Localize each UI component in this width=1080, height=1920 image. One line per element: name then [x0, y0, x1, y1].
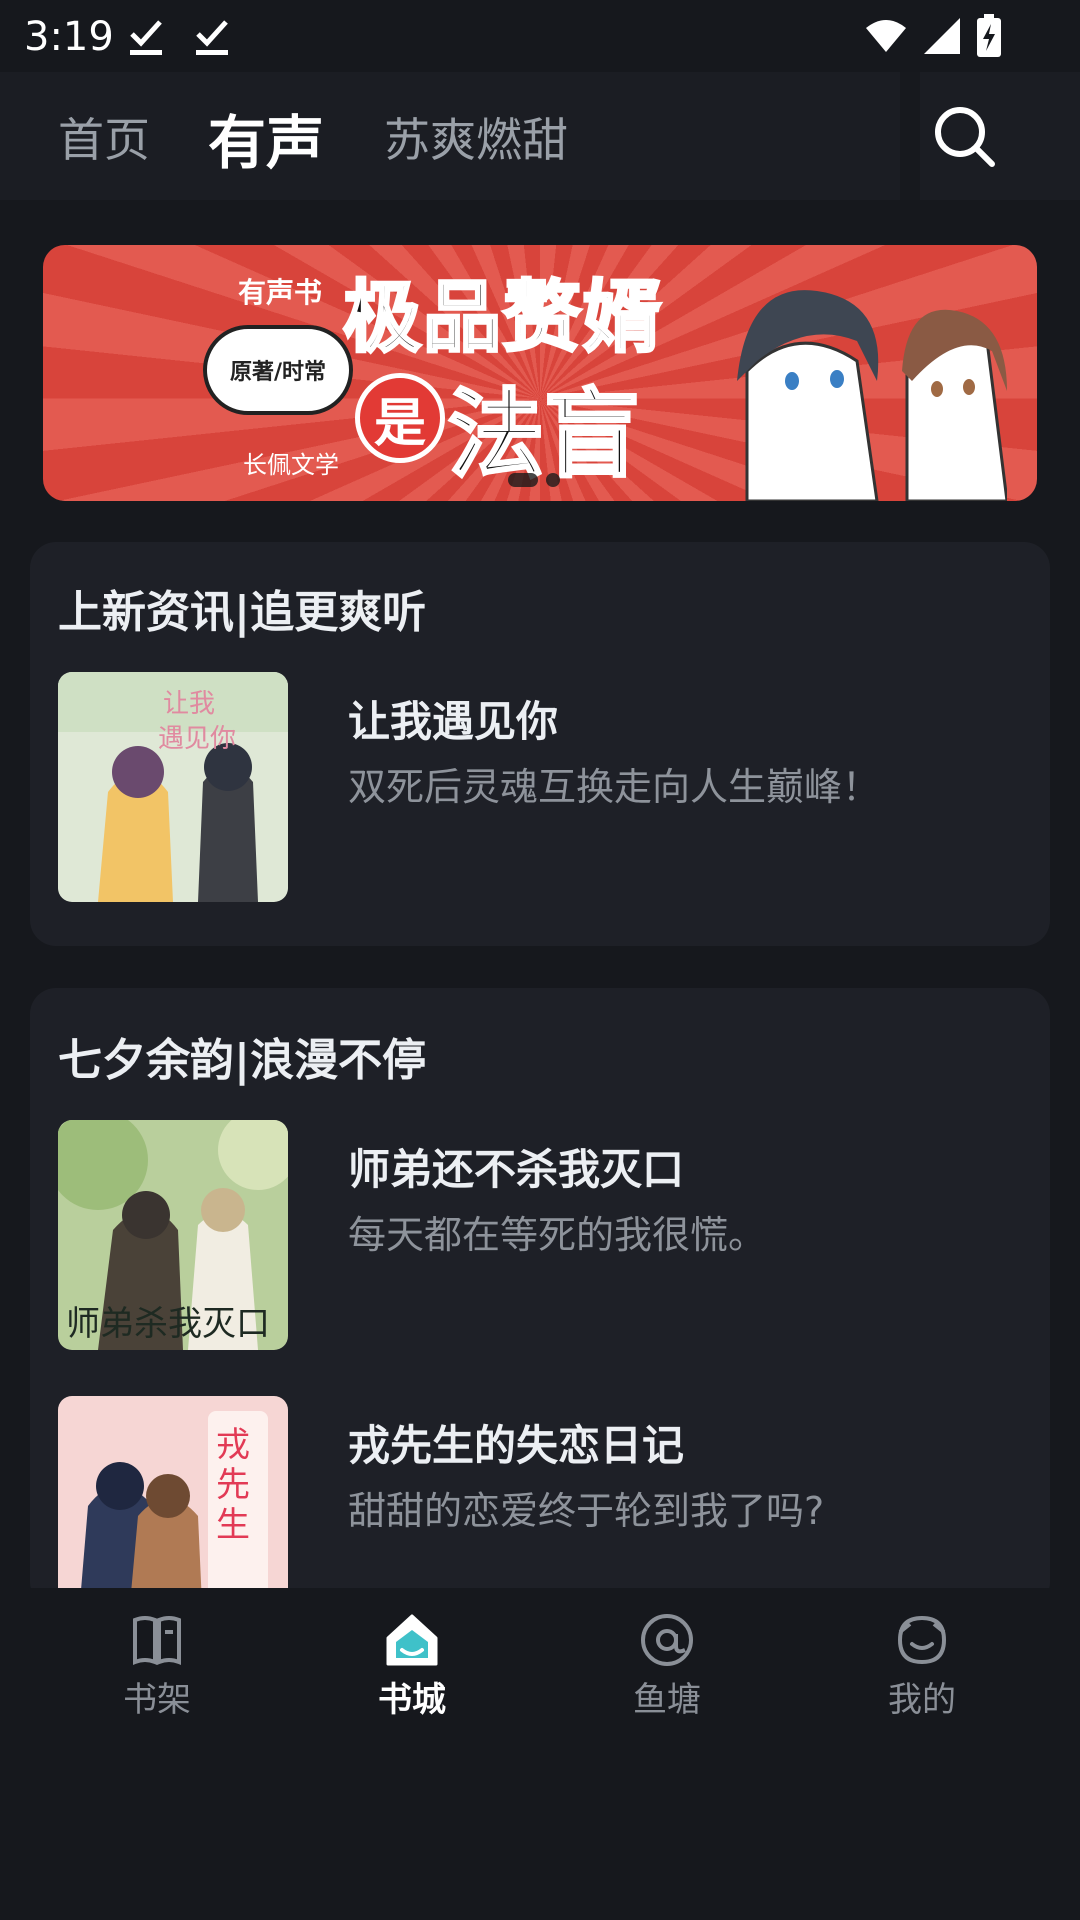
- book-description: 甜甜的恋爱终于轮到我了吗?: [348, 1489, 825, 1533]
- tab-audio[interactable]: 有声: [208, 96, 324, 180]
- nav-label: 我的: [888, 1680, 956, 1720]
- book-description: 双死后灵魂互换走向人生巅峰！: [348, 765, 881, 809]
- promo-banner[interactable]: 有声书 原著/时常 极品赘婿 是 法盲 长佩文学: [43, 245, 1037, 501]
- svg-text:先: 先: [216, 1465, 250, 1505]
- banner-publisher: 长佩文学: [243, 451, 339, 479]
- book-cover: 师弟杀我灭口: [58, 1120, 288, 1350]
- banner-author: 原著/时常: [229, 360, 327, 385]
- top-nav: 首页 有声 苏爽燃甜: [0, 72, 1080, 200]
- section-card-qixi: 七夕余韵|浪漫不停 师弟杀我灭口 师弟还不杀我灭口 每天都在等死的我很慌。 戎 …: [30, 988, 1050, 1608]
- nav-bookstore[interactable]: 书城: [332, 1610, 492, 1721]
- nav-fishpond[interactable]: 鱼塘: [587, 1610, 747, 1721]
- signal-icon: [924, 18, 960, 54]
- book-title: 师弟还不杀我灭口: [348, 1145, 685, 1194]
- svg-text:让我: 让我: [163, 689, 215, 719]
- book-cover: 让我 遇见你: [58, 672, 288, 902]
- section-card-new: 上新资讯|追更爽听 让我 遇见你 让我遇见你 双死后灵魂互换走向人生巅峰！: [30, 542, 1050, 946]
- svg-text:生: 生: [216, 1505, 250, 1545]
- nav-divider: [900, 72, 920, 200]
- book-description: 每天都在等死的我很慌。: [348, 1213, 767, 1257]
- pagination-dot[interactable]: [546, 473, 560, 487]
- book-item[interactable]: 让我 遇见你 让我遇见你 双死后灵魂互换走向人生巅峰！: [58, 672, 1018, 904]
- search-icon[interactable]: [930, 102, 1000, 172]
- tab-home[interactable]: 首页: [58, 104, 150, 170]
- banner-pagination: [508, 473, 560, 487]
- download-done-icon: [130, 20, 162, 55]
- banner-badge: 是: [355, 373, 445, 463]
- svg-text:师弟杀我灭口: 师弟杀我灭口: [66, 1304, 270, 1344]
- banner-characters-illustration: [737, 290, 1007, 501]
- nav-label: 书城: [378, 1680, 446, 1720]
- book-title: 让我遇见你: [348, 697, 559, 746]
- nav-bookshelf[interactable]: 书架: [77, 1610, 237, 1721]
- banner-title-line1: 极品赘婿: [341, 272, 664, 365]
- nav-label: 鱼塘: [633, 1680, 701, 1720]
- nav-profile[interactable]: 我的: [842, 1610, 1002, 1721]
- download-done-icon: [196, 20, 228, 55]
- book-cover: 戎 先 生: [58, 1396, 288, 1608]
- status-bar: 3:19: [0, 0, 1080, 72]
- pagination-dot-active[interactable]: [508, 473, 538, 487]
- bottom-nav: 书架 书城 鱼塘 我的: [0, 1588, 1080, 1920]
- tab-sweet[interactable]: 苏爽燃甜: [384, 104, 568, 170]
- svg-text:遇见你: 遇见你: [158, 724, 236, 754]
- book-item[interactable]: 师弟杀我灭口 师弟还不杀我灭口 每天都在等死的我很慌。: [58, 1120, 1018, 1352]
- bookshelf-icon: [133, 1616, 181, 1665]
- profile-icon: [897, 1615, 947, 1665]
- banner-author-cloud: 原著/时常: [203, 325, 353, 415]
- at-icon: [641, 1614, 693, 1666]
- book-item[interactable]: 戎 先 生 戎先生的失恋日记 甜甜的恋爱终于轮到我了吗?: [58, 1396, 1018, 1608]
- section-title[interactable]: 上新资讯|追更爽听: [58, 576, 426, 640]
- svg-text:戎: 戎: [216, 1425, 250, 1465]
- nav-label: 书架: [123, 1680, 191, 1720]
- status-time: 3:19: [24, 14, 114, 60]
- battery-icon: [977, 14, 1001, 57]
- book-title: 戎先生的失恋日记: [348, 1421, 685, 1470]
- bookstore-icon: [386, 1614, 438, 1666]
- banner-badge-text: 是: [373, 393, 426, 454]
- wifi-icon: [866, 20, 906, 52]
- banner-tag: 有声书: [238, 276, 323, 309]
- section-title[interactable]: 七夕余韵|浪漫不停: [58, 1024, 426, 1088]
